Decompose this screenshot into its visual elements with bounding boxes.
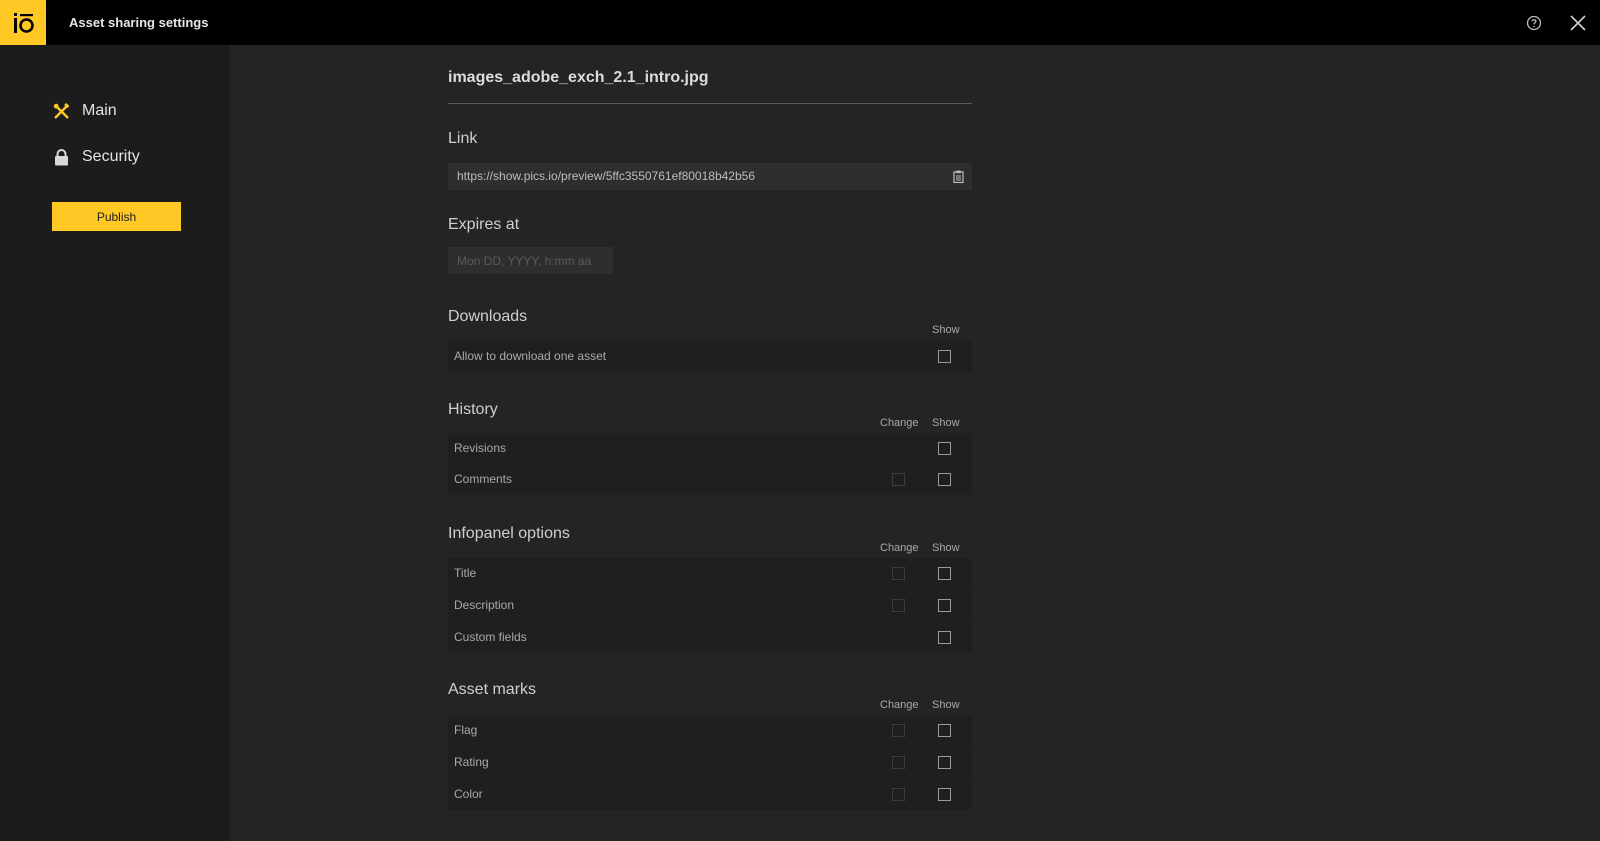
comments-change-checkbox[interactable] — [892, 473, 905, 486]
history-row-comments: Comments — [448, 464, 972, 495]
sidebar-item-label: Main — [82, 102, 117, 119]
row-label: Title — [454, 566, 477, 580]
sidebar-item-label: Security — [82, 148, 140, 165]
infopanel-row-description: Description — [448, 590, 972, 621]
help-circle-icon — [1526, 15, 1542, 30]
clipboard-icon — [953, 170, 964, 183]
row-label: Allow to download one asset — [454, 349, 607, 363]
top-actions — [1512, 0, 1600, 45]
history-show-header: Show — [932, 417, 960, 429]
asset-marks-row-color: Color — [448, 779, 972, 810]
window-title: Asset sharing settings — [69, 15, 209, 30]
link-section-label: Link — [448, 130, 478, 147]
infopanel-section-label: Infopanel options — [448, 525, 570, 542]
pics-io-logo-icon — [14, 12, 34, 33]
infopanel-show-header: Show — [932, 542, 960, 554]
infopanel-row-title: Title — [448, 558, 972, 589]
sidebar-item-main[interactable]: Main — [52, 102, 117, 120]
history-section-label: History — [448, 401, 498, 418]
share-link-field[interactable]: https://show.pics.io/preview/5ffc3550761… — [448, 163, 945, 190]
sidebar-item-security[interactable]: Security — [52, 148, 140, 166]
infopanel-change-header: Change — [880, 542, 919, 554]
asset-marks-section-label: Asset marks — [448, 681, 537, 698]
color-show-checkbox[interactable] — [938, 788, 951, 801]
asset-marks-show-header: Show — [932, 699, 960, 711]
row-label: Comments — [454, 472, 513, 486]
app-logo[interactable] — [0, 0, 46, 45]
title-change-checkbox[interactable] — [892, 567, 905, 580]
row-label: Rating — [454, 755, 489, 769]
row-label: Revisions — [454, 441, 507, 455]
expires-section-label: Expires at — [448, 216, 520, 233]
row-label: Custom fields — [454, 630, 527, 644]
asset-marks-row-flag: Flag — [448, 715, 972, 746]
downloads-section-label: Downloads — [448, 308, 528, 325]
description-change-checkbox[interactable] — [892, 599, 905, 612]
flag-show-checkbox[interactable] — [938, 724, 951, 737]
history-row-revisions: Revisions — [448, 433, 972, 464]
history-change-header: Change — [880, 417, 919, 429]
expires-date-input[interactable] — [448, 247, 613, 274]
custom-fields-show-checkbox[interactable] — [938, 631, 951, 644]
title-divider — [448, 103, 972, 104]
flag-change-checkbox[interactable] — [892, 724, 905, 737]
close-icon — [1570, 14, 1586, 31]
file-name-title: images_adobe_exch_2.1_intro.jpg — [448, 69, 709, 86]
row-label: Color — [454, 787, 483, 801]
download-one-asset-show-checkbox[interactable] — [938, 350, 951, 363]
sidebar: Main Security Publish — [0, 45, 230, 841]
color-change-checkbox[interactable] — [892, 788, 905, 801]
downloads-show-header: Show — [932, 324, 960, 336]
lock-icon — [52, 148, 70, 166]
top-bar: Asset sharing settings — [0, 0, 1600, 45]
publish-button[interactable]: Publish — [52, 202, 181, 231]
rating-show-checkbox[interactable] — [938, 756, 951, 769]
infopanel-row-custom-fields: Custom fields — [448, 622, 972, 653]
revisions-show-checkbox[interactable] — [938, 442, 951, 455]
copy-link-button[interactable] — [945, 163, 972, 190]
help-button[interactable] — [1512, 0, 1556, 45]
close-button[interactable] — [1556, 0, 1600, 45]
downloads-row: Allow to download one asset — [448, 341, 972, 372]
description-show-checkbox[interactable] — [938, 599, 951, 612]
tools-icon — [52, 102, 70, 120]
row-label: Description — [454, 598, 515, 612]
asset-marks-row-rating: Rating — [448, 747, 972, 778]
title-show-checkbox[interactable] — [938, 567, 951, 580]
asset-marks-change-header: Change — [880, 699, 919, 711]
row-label: Flag — [454, 723, 478, 737]
rating-change-checkbox[interactable] — [892, 756, 905, 769]
comments-show-checkbox[interactable] — [938, 473, 951, 486]
